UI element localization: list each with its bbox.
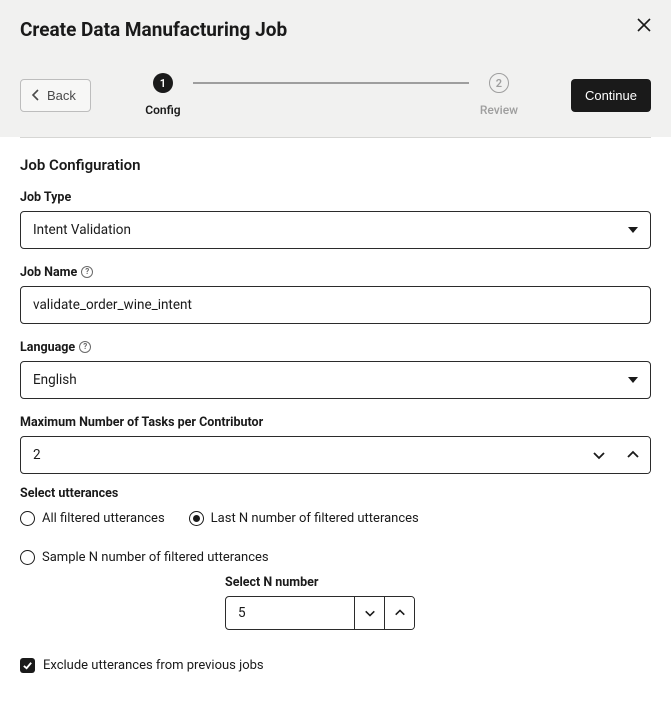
spinner-n-number[interactable]: 5 <box>225 596 415 630</box>
stepper: 1 Config 2 Review <box>103 73 559 117</box>
caret-down-icon <box>628 377 638 383</box>
radio-sample-n[interactable]: Sample N number of filtered utterances <box>20 550 269 565</box>
radio-last-n-label: Last N number of filtered utterances <box>211 511 419 526</box>
radio-group-utterances: All filtered utterances Last N number of… <box>20 511 651 565</box>
label-utterances: Select utterances <box>20 486 651 501</box>
select-language[interactable]: English <box>20 361 651 399</box>
select-job-type-value: Intent Validation <box>33 222 131 238</box>
label-n-number: Select N number <box>225 575 651 590</box>
stepper-row: Back 1 Config 2 Review Continue <box>0 53 671 137</box>
label-job-type: Job Type <box>20 190 71 205</box>
radio-all-label: All filtered utterances <box>42 511 165 526</box>
select-job-type[interactable]: Intent Validation <box>20 211 651 249</box>
field-language: Language ? English <box>20 336 651 399</box>
field-job-type: Job Type Intent Validation <box>20 186 651 249</box>
step-config[interactable]: 1 Config <box>133 73 193 117</box>
caret-down-icon <box>628 227 638 233</box>
chevron-down-icon <box>364 607 376 619</box>
back-button[interactable]: Back <box>20 79 91 112</box>
chevron-left-icon <box>31 89 41 101</box>
field-max-tasks: Maximum Number of Tasks per Contributor … <box>20 411 651 474</box>
spinner-increment[interactable] <box>616 437 650 473</box>
section-title: Job Configuration <box>20 156 651 174</box>
create-job-dialog: Create Data Manufacturing Job Back 1 Con… <box>0 0 671 703</box>
radio-last-n[interactable]: Last N number of filtered utterances <box>189 511 419 526</box>
help-icon[interactable]: ? <box>81 266 93 278</box>
dialog-header: Create Data Manufacturing Job <box>0 0 671 53</box>
checkbox-icon-checked <box>20 658 35 673</box>
field-n-number: Select N number 5 <box>225 575 651 630</box>
step-circle-2: 2 <box>489 73 509 93</box>
checkbox-exclude-prev[interactable]: Exclude utterances from previous jobs <box>20 658 651 673</box>
step-review[interactable]: 2 Review <box>469 73 529 117</box>
input-job-name[interactable] <box>20 286 651 324</box>
help-icon[interactable]: ? <box>79 341 91 353</box>
label-max-tasks: Maximum Number of Tasks per Contributor <box>20 415 263 430</box>
content: Job Configuration Job Type Intent Valida… <box>0 138 671 703</box>
step-connector <box>193 82 469 84</box>
chevron-up-icon <box>626 448 640 462</box>
close-icon <box>637 18 651 32</box>
label-language: Language ? <box>20 340 91 355</box>
chevron-down-icon <box>592 448 606 462</box>
spinner-n-decrement[interactable] <box>354 597 384 629</box>
radio-icon <box>20 511 35 526</box>
back-label: Back <box>47 88 76 103</box>
label-language-text: Language <box>20 340 75 355</box>
spinner-max-tasks[interactable]: 2 <box>20 436 651 474</box>
continue-button[interactable]: Continue <box>571 79 651 112</box>
label-job-name: Job Name ? <box>20 265 93 280</box>
checkbox-exclude-label: Exclude utterances from previous jobs <box>43 658 264 673</box>
radio-sample-n-label: Sample N number of filtered utterances <box>42 550 269 565</box>
spinner-n-increment[interactable] <box>384 597 414 629</box>
dialog-title: Create Data Manufacturing Job <box>20 18 287 41</box>
radio-icon-selected <box>189 511 204 526</box>
field-utterances: Select utterances All filtered utterance… <box>20 486 651 630</box>
step-circle-1: 1 <box>153 73 173 93</box>
radio-icon <box>20 550 35 565</box>
radio-all-utterances[interactable]: All filtered utterances <box>20 511 165 526</box>
step-label-2: Review <box>480 103 518 117</box>
field-job-name: Job Name ? <box>20 261 651 324</box>
chevron-up-icon <box>394 607 406 619</box>
step-label-1: Config <box>145 103 180 117</box>
spinner-n-value: 5 <box>226 597 354 629</box>
close-button[interactable] <box>637 18 651 32</box>
select-language-value: English <box>33 372 77 388</box>
spinner-max-tasks-value: 2 <box>21 437 582 473</box>
spinner-decrement[interactable] <box>582 437 616 473</box>
label-job-name-text: Job Name <box>20 265 77 280</box>
